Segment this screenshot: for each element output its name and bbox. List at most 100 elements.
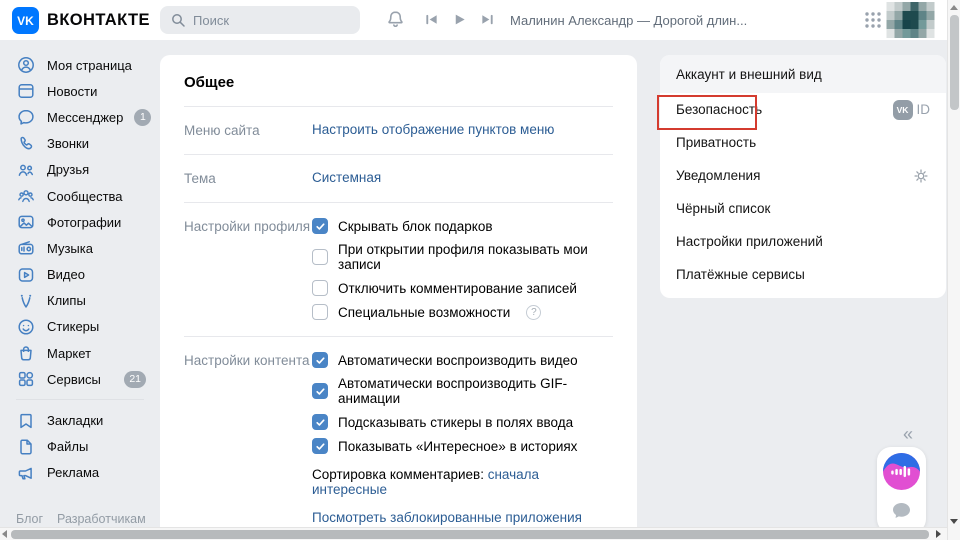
- sidebar-item-services[interactable]: Сервисы 21: [0, 366, 160, 392]
- unread-badge: 1: [134, 109, 151, 126]
- now-playing-title[interactable]: Малинин Александр — Дорогой длин...: [510, 13, 747, 28]
- sidebar-label: Файлы: [47, 439, 88, 454]
- vk-settings-page: VK ВКОНТАКТЕ Малинин Александр — Дорогой…: [0, 0, 960, 540]
- previous-track-icon[interactable]: [424, 12, 439, 27]
- horizontal-scroll-thumb[interactable]: [11, 530, 929, 539]
- row-label: Меню сайта: [184, 122, 312, 138]
- play-icon[interactable]: [452, 12, 467, 27]
- sidebar-item-ads[interactable]: Реклама: [0, 460, 160, 486]
- file-icon: [16, 437, 36, 457]
- nav-item-privacy[interactable]: Приватность: [660, 126, 946, 159]
- checkbox-icon: [312, 280, 328, 296]
- search-input[interactable]: [193, 13, 343, 28]
- sidebar-item-communities[interactable]: Сообщества: [0, 183, 160, 209]
- sidebar-item-stickers[interactable]: Стикеры: [0, 314, 160, 340]
- configure-menu-link[interactable]: Настроить отображение пунктов меню: [312, 122, 554, 137]
- phone-icon: [16, 134, 36, 154]
- profile-settings-row: Настройки профиля Скрывать блок подарков…: [184, 203, 613, 337]
- general-settings-card: Общее Меню сайта Настроить отображение п…: [160, 55, 637, 540]
- bookmark-icon: [16, 411, 36, 431]
- next-track-icon[interactable]: [480, 12, 495, 27]
- floating-music-widget: [877, 447, 926, 533]
- vk-wordmark[interactable]: ВКОНТАКТЕ: [47, 11, 150, 30]
- collapse-chevron-icon[interactable]: «: [903, 424, 913, 445]
- sidebar-label: Звонки: [47, 136, 89, 151]
- checkbox-accessibility[interactable]: Специальные возможности ?: [312, 304, 613, 320]
- friends-icon: [16, 160, 36, 180]
- comment-sort-row: Сортировка комментариев: сначала интерес…: [312, 467, 613, 497]
- nav-label: Безопасность: [676, 102, 762, 117]
- profile-avatar[interactable]: [886, 2, 935, 38]
- sidebar-item-calls[interactable]: Звонки: [0, 131, 160, 157]
- sidebar-item-photos[interactable]: Фотографии: [0, 209, 160, 235]
- footer-link-developers[interactable]: Разработчикам: [57, 512, 146, 526]
- sidebar-item-messenger[interactable]: Мессенджер 1: [0, 104, 160, 130]
- apps-grid-icon[interactable]: [864, 11, 882, 34]
- nav-item-account-appearance[interactable]: Аккаунт и внешний вид: [660, 55, 946, 93]
- nav-item-blacklist[interactable]: Чёрный список: [660, 192, 946, 225]
- sidebar-item-files[interactable]: Файлы: [0, 434, 160, 460]
- checkbox-label: Скрывать блок подарков: [338, 219, 493, 234]
- checkbox-show-interesting-stories[interactable]: Показывать «Интересное» в историях: [312, 438, 613, 454]
- checkbox-disable-comments[interactable]: Отключить комментирование записей: [312, 280, 613, 296]
- scroll-right-arrow-icon[interactable]: [936, 530, 941, 538]
- sidebar-footer: Блог Разработчикам: [16, 512, 146, 526]
- comment-sort-label: Сортировка комментариев:: [312, 467, 488, 482]
- scroll-up-arrow-icon[interactable]: [950, 5, 958, 10]
- checkbox-show-posts-on-open[interactable]: При открытии профиля показывать мои запи…: [312, 242, 613, 272]
- sidebar-label: Фотографии: [47, 215, 121, 230]
- chat-bubble-icon: [16, 107, 36, 127]
- left-sidebar: Моя страница Новости Мессенджер 1 Звонки…: [0, 52, 160, 486]
- sidebar-label: Мессенджер: [47, 110, 123, 125]
- checkbox-autoplay-video[interactable]: Автоматически воспроизводить видео: [312, 352, 613, 368]
- checkbox-icon: [312, 438, 328, 454]
- checkbox-autoplay-gif[interactable]: Автоматически воспроизводить GIF-анимаци…: [312, 376, 613, 406]
- sidebar-item-bookmarks[interactable]: Закладки: [0, 407, 160, 433]
- mini-player: [424, 12, 495, 27]
- sidebar-item-news[interactable]: Новости: [0, 78, 160, 104]
- sidebar-item-music[interactable]: Музыка: [0, 235, 160, 261]
- row-label: Настройки профиля: [184, 218, 312, 234]
- gear-icon[interactable]: [912, 167, 930, 185]
- sidebar-label: Музыка: [47, 241, 93, 256]
- horizontal-scrollbar[interactable]: [0, 527, 947, 540]
- nav-item-security[interactable]: Безопасность VK ID: [660, 93, 946, 126]
- checkbox-label: Автоматически воспроизводить видео: [338, 353, 578, 368]
- search-box[interactable]: [160, 6, 360, 34]
- site-menu-row: Меню сайта Настроить отображение пунктов…: [184, 107, 613, 155]
- vk-id-label: ID: [917, 102, 931, 117]
- nav-item-payment-services[interactable]: Платёжные сервисы: [660, 258, 946, 291]
- vertical-scroll-thumb[interactable]: [950, 15, 959, 110]
- nav-item-app-settings[interactable]: Настройки приложений: [660, 225, 946, 258]
- nav-item-notifications[interactable]: Уведомления: [660, 159, 946, 192]
- vertical-scrollbar[interactable]: [947, 0, 960, 540]
- checkbox-hide-gifts[interactable]: Скрывать блок подарков: [312, 218, 613, 234]
- blocked-apps-link[interactable]: Посмотреть заблокированные приложения: [312, 510, 582, 525]
- vk-logo-icon[interactable]: VK: [12, 7, 39, 34]
- sidebar-label: Сервисы: [47, 372, 101, 387]
- theme-link[interactable]: Системная: [312, 170, 381, 185]
- sidebar-item-friends[interactable]: Друзья: [0, 157, 160, 183]
- sidebar-label: Закладки: [47, 413, 103, 428]
- nav-label: Чёрный список: [676, 201, 770, 216]
- scroll-left-arrow-icon[interactable]: [2, 530, 7, 538]
- checkbox-icon: [312, 304, 328, 320]
- megaphone-icon: [16, 463, 36, 483]
- help-icon[interactable]: ?: [526, 305, 541, 320]
- row-label: Тема: [184, 170, 312, 186]
- top-bar: VK ВКОНТАКТЕ Малинин Александр — Дорогой…: [0, 0, 947, 40]
- settings-nav-card: Аккаунт и внешний вид Безопасность VK ID…: [660, 55, 946, 298]
- sidebar-label: Друзья: [47, 162, 89, 177]
- sidebar-item-clips[interactable]: Клипы: [0, 288, 160, 314]
- sidebar-item-my-page[interactable]: Моя страница: [0, 52, 160, 78]
- music-assistant-icon[interactable]: [883, 453, 920, 490]
- sidebar-item-video[interactable]: Видео: [0, 262, 160, 288]
- sidebar-item-market[interactable]: Маркет: [0, 340, 160, 366]
- sidebar-label: Сообщества: [47, 189, 123, 204]
- notifications-bell-icon[interactable]: [385, 9, 406, 35]
- footer-link-blog[interactable]: Блог: [16, 512, 43, 526]
- checkbox-suggest-stickers[interactable]: Подсказывать стикеры в полях ввода: [312, 414, 613, 430]
- sidebar-label: Новости: [47, 84, 97, 99]
- scroll-down-arrow-icon[interactable]: [950, 519, 958, 524]
- chat-bubble-button-icon[interactable]: [892, 502, 911, 519]
